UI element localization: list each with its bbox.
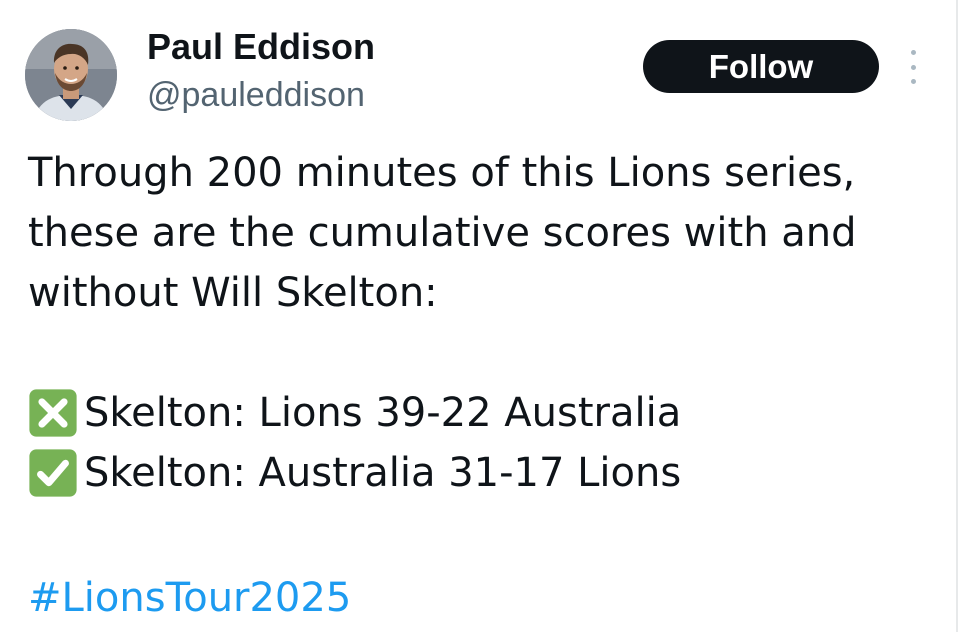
stat-line-without: Skelton: Lions 39-22 Australia [28,383,938,443]
stat-text: Skelton: Australia 31-17 Lions [84,450,682,496]
follow-button[interactable]: Follow [643,40,879,93]
more-options-icon[interactable] [900,50,926,84]
avatar[interactable] [25,29,117,121]
stat-text: Skelton: Lions 39-22 Australia [84,390,682,436]
body-line: these are the cumulative scores with and [28,210,857,256]
cross-mark-icon [29,389,77,437]
display-name[interactable]: Paul Eddison [147,26,375,68]
avatar-photo [25,29,117,121]
tweet-body: Through 200 minutes of this Lions series… [28,143,938,503]
body-line: without Will Skelton: [28,270,438,316]
stat-line-with: Skelton: Australia 31-17 Lions [28,443,938,503]
user-handle[interactable]: @pauleddison [147,76,365,115]
tweet-card: Paul Eddison @pauleddison Follow Through… [0,0,958,632]
body-line: Through 200 minutes of this Lions series… [28,150,856,196]
check-mark-icon [29,449,77,497]
hashtag-link[interactable]: #LionsTour2025 [28,568,351,628]
